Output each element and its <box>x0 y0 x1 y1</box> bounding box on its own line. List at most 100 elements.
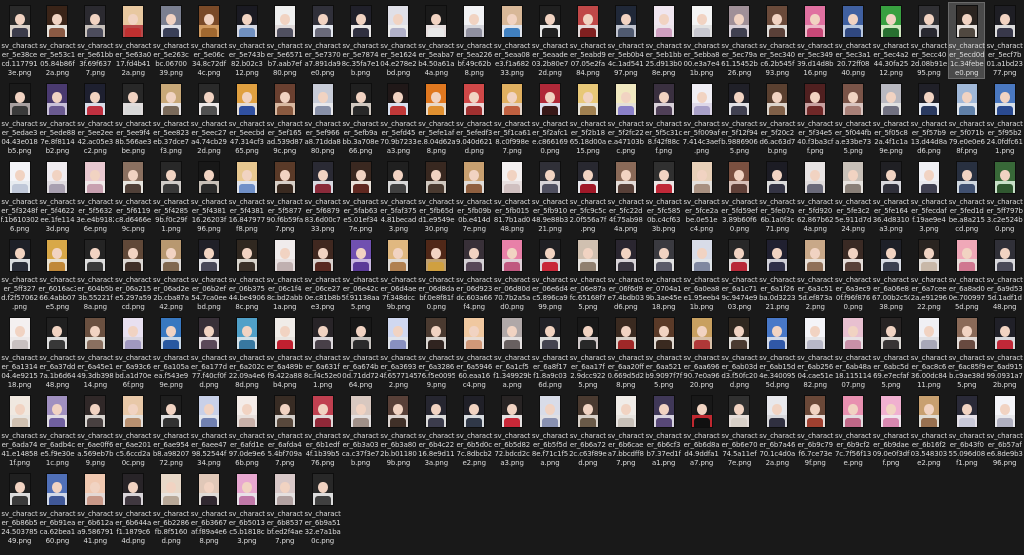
file-item[interactable]: sv_charact er_5f4285 9b.f0c29f 1.png <box>153 158 190 235</box>
file-item[interactable]: sv_charact er_6b4c22 16.8e9d11 3a.png <box>418 392 455 469</box>
file-item[interactable]: sv_charact er_604b5b 3b.55221f 8a.png <box>77 236 114 313</box>
file-item[interactable]: sv_charact er_5fd59ef 3.89b60f6 0.png <box>721 158 758 235</box>
file-item[interactable]: sv_charact er_06d4ae 7f.348dcc 9b.png <box>380 236 417 313</box>
file-item[interactable]: sv_charact er_06ad2e 2b.cba87a 42.png <box>153 236 190 313</box>
file-item[interactable]: sv_charact er_5eecbd 47.314cf3 65.png <box>228 80 265 157</box>
file-item[interactable]: sv_charact er_5f6879 83.6d00c7 33.png <box>304 158 341 235</box>
file-item[interactable]: sv_charact er_5eb0b4 4c.1ad541 97.png <box>607 2 644 79</box>
file-item[interactable]: sv_charact er_6b6a72 2c.c63f89e d.png <box>569 392 607 469</box>
file-item[interactable]: sv_charact er_6ac85f9 b.c9ae38d 5.png <box>948 314 986 391</box>
file-item[interactable]: sv_charact er_5ea226 bf.49c62b 8.png <box>456 2 493 79</box>
file-item[interactable]: sv_charact er_6aa521 b9.9097f7f 5.png <box>645 314 682 391</box>
file-item[interactable]: sv_charact er_6abc5d 69.e7ecfaf 5.png <box>872 314 909 391</box>
file-item[interactable]: sv_charact er_6b6e70 74.5a11ef 7e.png <box>721 392 758 469</box>
file-item[interactable]: sv_charact er_5ec349 39.d14d8b 16.png <box>797 2 834 79</box>
file-item[interactable]: sv_charact er_5f2fc22 e.a47103b c.png <box>607 80 644 157</box>
file-item[interactable]: sv_charact er_6b86b5 24.503785 49.png <box>1 470 38 547</box>
file-item[interactable]: sv_charact er_5ff797b 3.c2e524b 0.png <box>986 158 1023 235</box>
file-item[interactable]: sv_charact er_5ef165 ad.539d87 9c.png <box>266 80 303 157</box>
file-item[interactable]: sv_charact er_6b9a51 32.e7a1ba 0c.png <box>304 470 341 547</box>
file-item[interactable]: sv_charact er_6ae201 c5.6ccd2a 0c.png <box>115 392 152 469</box>
file-item[interactable]: sv_charact er_6b3a03 ca.c37f3e7 b.png <box>342 392 379 469</box>
file-item[interactable]: sv_charact er_6b9cf2 7c.7f56f13 e.png <box>835 392 872 469</box>
file-item[interactable]: sv_charact er_5f6119 c8.d6466e 9c.png <box>115 158 152 235</box>
file-item[interactable]: sv_charact er_6b7a46 70.1c4d0a 2a.png <box>759 392 796 469</box>
file-item[interactable]: sv_charact er_6ac8c6 36.00dc84 11.png <box>910 314 947 391</box>
file-item[interactable]: sv_charact er_5f20c2 d6.ac63d7 b.png <box>759 80 796 157</box>
file-item[interactable]: sv_charact er_6b8537 bf.ed2f4ae 7.png <box>266 470 303 547</box>
file-item[interactable]: sv_charact er_06e6d4 c5.896ca9 99.png <box>531 236 568 313</box>
file-item[interactable]: sv_charact er_5fab63 e5.01ef34 7e.png <box>342 158 379 235</box>
file-item[interactable]: sv_charact er_6b43f0 55.096d08 f1.png <box>948 392 985 469</box>
file-item[interactable]: sv_charact er_6a37dd 7a.1b6d64 48.png <box>39 314 76 391</box>
file-item[interactable]: sv_charact er_5efb9a bb.3a708e 66.png <box>342 80 379 157</box>
file-item[interactable]: sv_charact er_5f4381 16.26203f 96.png <box>190 158 227 235</box>
file-item[interactable]: sv_charact er_6b9dae 09.0e0f3df f.png <box>872 392 909 469</box>
file-item[interactable]: sv_charact er_5e38ce cd.117791 3e.png <box>1 2 38 79</box>
file-item[interactable]: sv_charact er_5fc585 0b.c4cf63 3b.png <box>645 158 682 235</box>
file-item[interactable]: sv_charact er_6a7cee 2a.e91296 22.png <box>910 236 947 313</box>
file-item[interactable]: sv_charact er_6afd1e 97.0de9e6 6b.png <box>228 392 265 469</box>
file-item[interactable]: sv_charact er_06c1f4 8c.bd2abb 1a.png <box>266 236 303 313</box>
file-item[interactable]: sv_charact er_0704a1 9b.3ae45e 18.png <box>645 236 682 313</box>
file-item[interactable]: sv_charact er_6b6cf3 b7.37ed1f a1.png <box>645 392 682 469</box>
file-item[interactable]: sv_charact er_5f2b18 65.18d00a 15.png <box>569 80 606 157</box>
file-item[interactable]: sv_charact er_6b5013 c5.b1818c 3.png <box>228 470 265 547</box>
file-item[interactable]: sv_charact er_6a489b f9.422a88 b4.png <box>266 314 303 391</box>
file-item[interactable]: sv_charact er_5fd920 62.867b62 4a.png <box>797 158 834 235</box>
file-item[interactable]: sv_charact er_6a1314 04.4e9215 18.png <box>1 314 38 391</box>
file-item[interactable]: sv_charact er_6a631f 8c.f4c52e0 1.png <box>304 314 342 391</box>
file-item[interactable]: sv_charact er_5ff327 d.f2f57062 .png <box>1 236 38 313</box>
file-item[interactable]: sv_charact er_5eabd9 07.05e2fa 84.png <box>569 2 606 79</box>
file-item[interactable]: sv_charact er_5fecdaf f.19ae9e4 3.png <box>910 158 947 235</box>
file-item[interactable]: sv_charact er_5efe1af e.8.04d62a 8.png <box>417 80 455 157</box>
file-item[interactable]: sv_charact er_5ecd0d 1c.34febe e0.png <box>948 2 986 79</box>
file-item[interactable]: sv_charact er_5f071b 79.e0e0e6 8f.png <box>948 80 985 157</box>
file-item[interactable]: sv_charact er_5f5632 3e.e4b9182 6e.png <box>76 158 114 235</box>
file-item[interactable]: sv_charact er_5e06c 34.8c72df 4c.png <box>190 2 227 79</box>
file-item[interactable]: sv_charact er_6b57af e6.8de9b3 96.png <box>986 392 1023 469</box>
file-item[interactable]: sv_charact er_06e87a fc.65168f7 5.png <box>569 236 606 313</box>
file-item[interactable]: sv_charact er_6ab48a 18.115114 07.png <box>835 314 872 391</box>
file-item[interactable]: sv_charact er_5fc9c5c 2.0f556a7f .png <box>569 158 606 235</box>
file-item[interactable]: sv_charact er_5ec3a1 20.72ff08 40.png <box>835 2 872 79</box>
file-item[interactable]: sv_charact er_6b644a f1.1879c6 4d.png <box>115 470 152 547</box>
file-item[interactable]: sv_charact er_6a3c51 5d.ef873a 2.png <box>797 236 834 313</box>
file-item[interactable]: sv_charact er_5fb910 48.9e88b3 21.png <box>531 158 568 235</box>
file-item[interactable]: sv_charact er_6a3693 4f.6577145 2.png <box>379 314 417 391</box>
file-item[interactable]: sv_charact er_5ee823 eb.37dce7 f3.png <box>153 80 190 157</box>
file-item[interactable]: sv_charact er_6adb4c e5.f9e30e 1c.png <box>39 392 76 469</box>
file-item[interactable]: sv_charact er_5fc22d 4f.75ab98 4a.png <box>607 158 644 235</box>
file-item[interactable]: sv_charact er_6b6cae a7.bbcdff8 7.png <box>607 392 644 469</box>
file-item[interactable]: sv_charact er_06a215 e5.297a59 cd.png <box>115 236 152 313</box>
file-item[interactable]: sv_charact er_5f3248f f.1b610302 6.png <box>1 158 39 235</box>
file-item[interactable]: sv_charact er_6b5d82 72.bdcd2c a3.png <box>494 392 531 469</box>
file-item[interactable]: sv_charact er_6aa17f 2.9dcc922 5.png <box>569 314 606 391</box>
file-item[interactable]: sv_charact er_5f2afc1 e.c866169 0.png <box>531 80 568 157</box>
file-item[interactable]: sv_charact er_06f6d9 e7.4bdb03 d6.png <box>607 236 644 313</box>
file-item[interactable]: sv_charact er_6ab03d d3.f50fc20 d.png <box>721 314 758 391</box>
file-item[interactable]: sv_charact er_6b3667 af.f89a4e6 8.png <box>190 470 227 547</box>
file-item[interactable]: sv_charact er_5eaade 03.2b80e7 2d.png <box>531 2 568 79</box>
file-item[interactable]: sv_charact er_6ae0ff6 a.569eb7b 9.png <box>77 392 114 469</box>
file-item[interactable]: sv_charact er_06b375 44.be4906 8c.png <box>228 236 265 313</box>
file-item[interactable]: sv_charact er_6a9d53 5d.1adf1d 48.png <box>986 236 1023 313</box>
file-item[interactable]: sv_charact er_5eec27 a4.74cb29 2d.png <box>190 80 227 157</box>
file-item[interactable]: sv_charact er_6a674b 0d.71dd72 64.png <box>342 314 379 391</box>
file-item[interactable]: sv_charact er_5e7370 a7.891da9 e0.png <box>304 2 341 79</box>
file-item[interactable]: sv_charact er_5e743b 82.b02c3 12.png <box>228 2 265 79</box>
file-item[interactable]: sv_charact er_5fe07a 6b.1a0f3c 71.png <box>759 158 796 235</box>
file-item[interactable]: sv_charact er_5f34e5 40.f3ba3cf f.png <box>797 80 834 157</box>
file-item[interactable]: sv_charact er_5fce2a be.0e51e c4.png <box>683 158 720 235</box>
file-item[interactable]: sv_charact er_5e1624 04.e278e2 bd.png <box>380 2 417 79</box>
file-item[interactable]: sv_charact er_5fb09b 0b.e414d 7e.png <box>456 158 493 235</box>
file-item[interactable]: sv_charact er_06b2ef 54.7ca0ee bd.png <box>190 236 227 313</box>
file-item[interactable]: sv_charact er_5e6571 b7.aab7ef 80.png <box>266 2 303 79</box>
file-item[interactable]: sv_charact er_5e61bb 3f.69f637 7.png <box>77 2 114 79</box>
file-item[interactable]: sv_charact er_6a8f17 f1.8a9c03 6d.png <box>531 314 568 391</box>
file-item[interactable]: sv_charact er_5fed1d be.a8a215 cd.png <box>948 158 985 235</box>
file-item[interactable]: sv_charact er_6a3286 76.f5e0095 9.png <box>417 314 455 391</box>
file-item[interactable]: sv_charact er_06ce27 0e.c81b8b e3.png <box>304 236 341 313</box>
file-item[interactable]: sv_charact er_6a105a ea.f543e9 9e.png <box>153 314 190 391</box>
file-item[interactable]: sv_charact er_6a93c6 bd.a1d70e 6f.png <box>115 314 152 391</box>
